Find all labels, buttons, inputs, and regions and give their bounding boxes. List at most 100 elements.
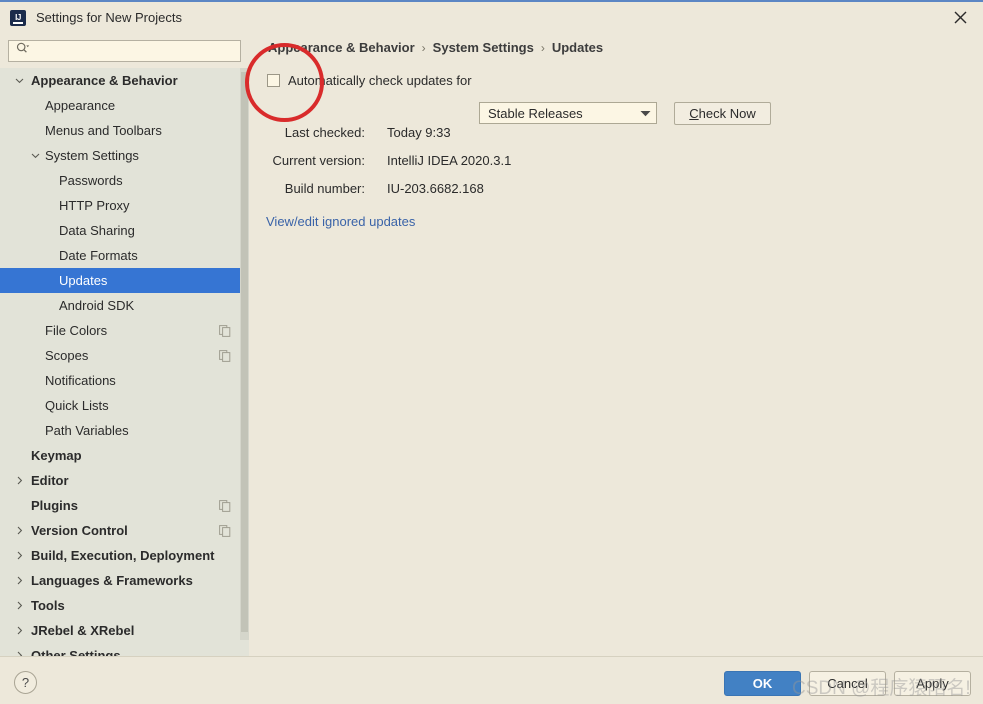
cancel-button[interactable]: Cancel [809,671,886,696]
search-icon [16,42,30,60]
sidebar-item-label: Android SDK [59,298,135,313]
chevron-right-icon[interactable] [14,576,24,585]
sidebar-item-build-execution-deployment[interactable]: Build, Execution, Deployment [0,543,249,568]
sidebar-item-menus-and-toolbars[interactable]: Menus and Toolbars [0,118,249,143]
sidebar-item-plugins[interactable]: Plugins [0,493,249,518]
sidebar-item-label: Plugins [31,498,78,513]
sidebar-item-passwords[interactable]: Passwords [0,168,249,193]
sidebar-item-label: Appearance & Behavior [31,73,178,88]
sidebar-item-label: Passwords [59,173,123,188]
help-button[interactable]: ? [14,671,37,694]
sidebar-item-label: Appearance [45,98,116,113]
window-title: Settings for New Projects [36,10,182,25]
sidebar-item-tools[interactable]: Tools [0,593,249,618]
sidebar-item-jrebel-xrebel[interactable]: JRebel & XRebel [0,618,249,643]
breadcrumb-item[interactable]: Appearance & Behavior [268,40,415,55]
sidebar-item-label: File Colors [45,323,108,338]
sidebar-item-languages-frameworks[interactable]: Languages & Frameworks [0,568,249,593]
breadcrumb: Appearance & Behavior › System Settings › Up… [268,40,603,55]
intellij-idea-icon [10,9,26,26]
copy-settings-icon[interactable] [219,324,231,337]
auto-check-updates-label: Automatically check updates for [288,73,472,88]
settings-content-pane: Appearance & Behavior › System Settings › Up… [249,33,983,656]
breadcrumb-item[interactable]: Updates [552,40,603,55]
sidebar-item-label: Tools [31,598,65,613]
dialog-footer: ? OK Cancel Apply [0,656,983,704]
info-value: IntelliJ IDEA 2020.3.1 [387,152,512,168]
sidebar-item-quick-lists[interactable]: Quick Lists [0,393,249,418]
sidebar-item-path-variables[interactable]: Path Variables [0,418,249,443]
breadcrumb-separator: › [540,40,545,55]
search-input[interactable] [34,44,235,58]
sidebar-item-http-proxy[interactable]: HTTP Proxy [0,193,249,218]
sidebar-item-android-sdk[interactable]: Android SDK [0,293,249,318]
settings-category-tree[interactable]: Appearance & Behavior Appearance Menus and… [0,68,249,656]
info-key: Last checked: [284,124,365,140]
sidebar-item-scopes[interactable]: Scopes [0,343,249,368]
info-value: Today 9:33 [387,124,451,140]
sidebar-item-editor[interactable]: Editor [0,468,249,493]
chevron-down-icon[interactable] [30,151,40,160]
auto-check-updates-checkbox[interactable] [267,74,280,87]
sidebar-item-label: Updates [59,273,108,288]
sidebar-item-label: Notifications [45,373,116,388]
sidebar-item-file-colors[interactable]: File Colors [0,318,249,343]
sidebar-scrollbar-thumb[interactable] [241,72,248,632]
sidebar-item-label: HTTP Proxy [59,198,130,213]
sidebar-item-label: Editor [31,473,69,488]
sidebar-item-label: Date Formats [59,248,138,263]
sidebar-item-date-formats[interactable]: Date Formats [0,243,249,268]
info-key: Build number: [284,180,365,196]
sidebar-item-label: Scopes [45,348,89,363]
sidebar-item-appearance[interactable]: Appearance [0,93,249,118]
sidebar-item-system-settings[interactable]: System Settings [0,143,249,168]
breadcrumb-item[interactable]: System Settings [433,40,534,55]
chevron-right-icon[interactable] [14,551,24,560]
sidebar-item-updates[interactable]: Updates [0,268,249,293]
check-now-rest: heck Now [698,106,756,121]
sidebar-item-label: Build, Execution, Deployment [31,548,215,563]
sidebar-item-label: Menus and Toolbars [45,123,162,138]
sidebar-item-label: Quick Lists [45,398,109,413]
sidebar-item-label: Data Sharing [59,223,135,238]
chevron-down-icon[interactable] [14,76,24,85]
chevron-down-icon [634,110,656,117]
dialog-action-buttons: OK Cancel Apply [724,671,971,696]
close-icon[interactable] [937,2,983,33]
chevron-right-icon[interactable] [14,626,24,635]
close-glyph [954,11,966,24]
info-value: IU-203.6682.168 [387,180,484,196]
info-key: Current version: [272,152,365,168]
copy-settings-icon[interactable] [219,349,231,362]
sidebar-item-label: System Settings [45,148,139,163]
chevron-right-icon[interactable] [14,476,24,485]
breadcrumb-separator: › [421,40,426,55]
check-now-mnemonic: C [689,106,699,121]
sidebar-item-notifications[interactable]: Notifications [0,368,249,393]
chevron-right-icon[interactable] [14,526,24,535]
copy-settings-icon[interactable] [219,524,231,537]
update-info-grid: Last checked: Today 9:33 Current version: I… [269,118,512,202]
settings-dialog: Settings for New Projects Appearance & B… [0,0,983,704]
apply-button[interactable]: Apply [894,671,971,696]
chevron-right-icon[interactable] [14,601,24,610]
sidebar-item-label: Path Variables [45,423,129,438]
info-row: Build number: IU-203.6682.168 [269,174,511,202]
settings-search-box[interactable] [8,40,241,62]
sidebar-item-keymap[interactable]: Keymap [0,443,249,468]
auto-check-updates-row: Automatically check updates for [267,73,472,88]
view-edit-ignored-updates-link[interactable]: View/edit ignored updates [266,214,415,229]
sidebar-item-appearance-behavior[interactable]: Appearance & Behavior [0,68,249,93]
tree-list: Appearance & Behavior Appearance Menus and… [0,68,249,656]
check-now-button[interactable]: Check Now [674,102,771,125]
info-row: Current version: IntelliJ IDEA 2020.3.1 [269,146,512,174]
sidebar-item-other-settings[interactable]: Other Settings [0,643,249,656]
sidebar-item-version-control[interactable]: Version Control [0,518,249,543]
ok-button[interactable]: OK [724,671,801,696]
info-row: Last checked: Today 9:33 [269,118,511,146]
sidebar-item-label: Keymap [31,448,82,463]
sidebar-item-label: Languages & Frameworks [31,573,193,588]
sidebar-item-data-sharing[interactable]: Data Sharing [0,218,249,243]
title-bar: Settings for New Projects [0,2,983,33]
copy-settings-icon[interactable] [219,499,231,512]
